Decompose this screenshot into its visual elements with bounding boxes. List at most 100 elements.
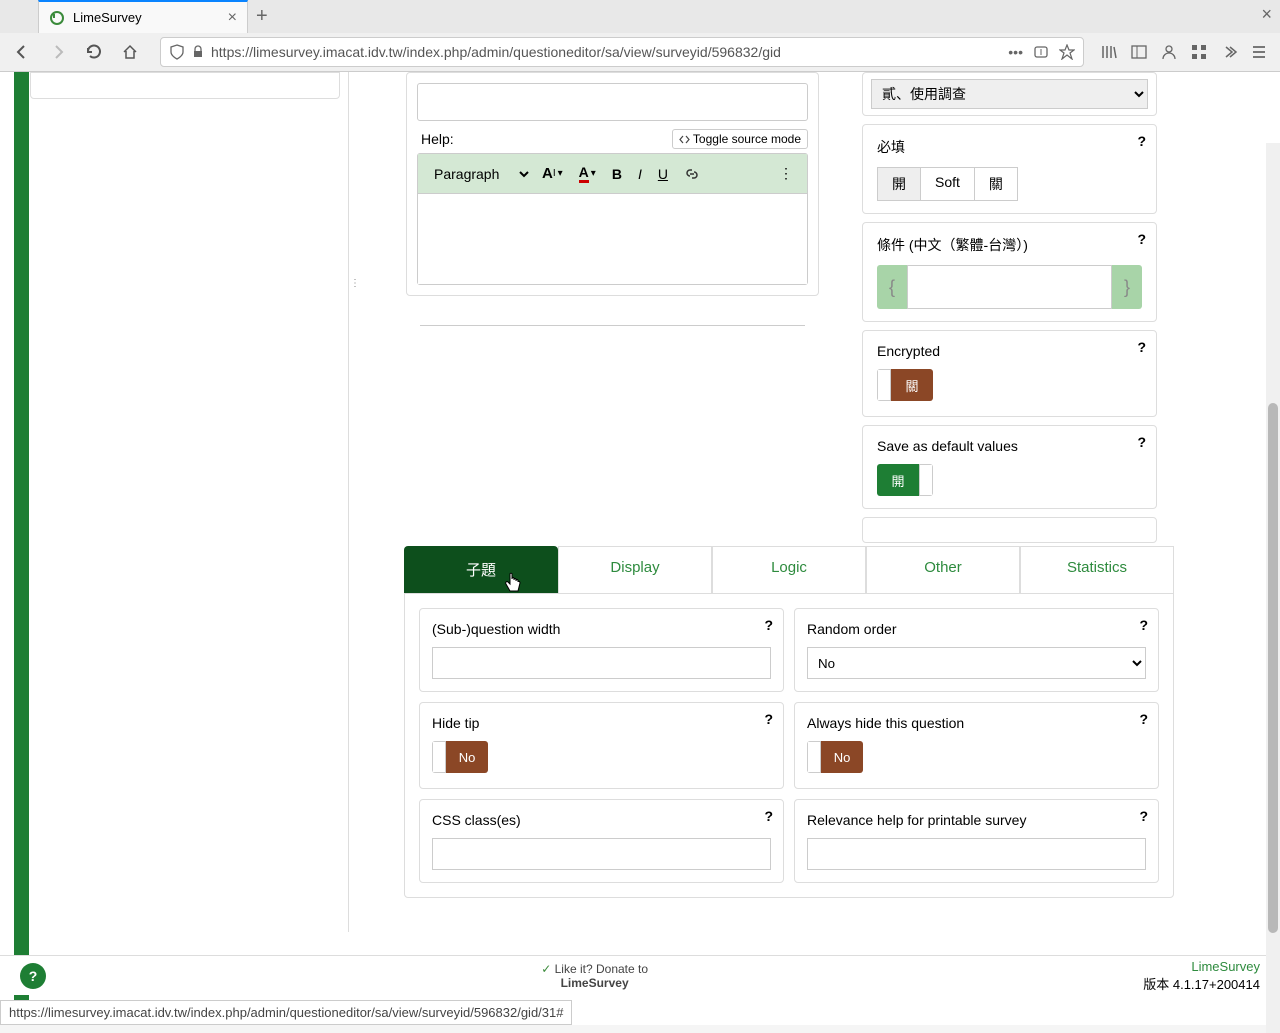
- relevance-help-card: ? Relevance help for printable survey: [794, 799, 1159, 883]
- scrollbar-thumb[interactable]: [1268, 403, 1278, 933]
- tab-title: LimeSurvey: [73, 10, 228, 25]
- condition-label: 條件 (中文（繁體-台灣）): [877, 235, 1142, 255]
- random-order-select[interactable]: No: [807, 647, 1146, 679]
- link-button[interactable]: [678, 162, 706, 186]
- settings-column: 貳、使用調查 ? 必填 開 Soft 關 ? 條件 (中文（繁體-台灣）) { …: [862, 72, 1157, 551]
- help-icon[interactable]: ?: [1137, 434, 1146, 450]
- help-editor: Paragraph AI▾ A▾ B I U ⋮: [417, 153, 808, 285]
- encrypted-setting: ? Encrypted 關: [862, 330, 1157, 417]
- sidebar-icon[interactable]: [1130, 43, 1148, 61]
- new-tab-button[interactable]: +: [256, 5, 268, 28]
- overflow-icon[interactable]: [1220, 43, 1238, 61]
- help-icon[interactable]: ?: [764, 711, 773, 727]
- underline-button[interactable]: U: [652, 162, 674, 186]
- font-size-button[interactable]: AI▾: [536, 161, 569, 186]
- hide-tip-card: ? Hide tip No: [419, 702, 784, 789]
- always-hide-toggle[interactable]: No: [807, 741, 863, 773]
- brace-right-icon: }: [1112, 265, 1142, 309]
- required-soft-button[interactable]: Soft: [921, 167, 975, 201]
- relevance-help-input[interactable]: [807, 838, 1146, 870]
- help-label: Help:: [417, 131, 454, 147]
- footer-help-button[interactable]: ?: [20, 963, 46, 989]
- help-icon[interactable]: ?: [764, 808, 773, 824]
- toggle-source-button[interactable]: Toggle source mode: [672, 129, 808, 149]
- vertical-scrollbar[interactable]: [1266, 143, 1280, 1033]
- save-default-setting: ? Save as default values 開: [862, 425, 1157, 509]
- home-button[interactable]: [116, 38, 144, 66]
- browser-chrome: LimeSurvey × + × https://limesurvey.imac…: [0, 0, 1280, 72]
- help-icon[interactable]: ?: [1139, 808, 1148, 824]
- save-default-toggle[interactable]: 開: [877, 464, 933, 496]
- subquestion-width-input[interactable]: [432, 647, 771, 679]
- help-icon[interactable]: ?: [1139, 617, 1148, 633]
- tab-statistics[interactable]: Statistics: [1020, 546, 1174, 593]
- help-icon[interactable]: ?: [764, 617, 773, 633]
- donate-link[interactable]: ✓ Like it? Donate to LimeSurvey: [541, 962, 648, 990]
- italic-button[interactable]: I: [632, 162, 648, 186]
- options-tabs-section: 子題 Display Logic Other Statistics ? (Sub…: [404, 546, 1174, 898]
- ellipsis-icon[interactable]: •••: [1008, 44, 1023, 60]
- help-icon[interactable]: ?: [1137, 231, 1146, 247]
- condition-input[interactable]: [907, 265, 1112, 309]
- forward-button[interactable]: [44, 38, 72, 66]
- help-icon[interactable]: ?: [1137, 133, 1146, 149]
- bold-button[interactable]: B: [606, 162, 628, 186]
- url-text: https://limesurvey.imacat.idv.tw/index.p…: [211, 44, 1002, 60]
- limesurvey-link[interactable]: LimeSurvey: [1143, 959, 1260, 974]
- tab-display[interactable]: Display: [558, 546, 712, 593]
- window-close-icon[interactable]: ×: [1261, 4, 1272, 25]
- library-icon[interactable]: [1100, 43, 1118, 61]
- always-hide-card: ? Always hide this question No: [794, 702, 1159, 789]
- menu-icon[interactable]: [1250, 43, 1268, 61]
- tab-logic[interactable]: Logic: [712, 546, 866, 593]
- back-button[interactable]: [8, 38, 36, 66]
- help-editor-content[interactable]: [418, 194, 807, 284]
- editor-toolbar: Paragraph AI▾ A▾ B I U ⋮: [418, 154, 807, 194]
- random-order-card: ? Random order No: [794, 608, 1159, 692]
- drag-handle-icon[interactable]: ⋮: [350, 278, 360, 289]
- nav-bar: https://limesurvey.imacat.idv.tw/index.p…: [0, 33, 1280, 71]
- tab-subquestions[interactable]: 子題: [404, 546, 558, 593]
- horizontal-divider: [420, 325, 805, 326]
- question-text-editor[interactable]: [417, 83, 808, 121]
- reload-button[interactable]: [80, 38, 108, 66]
- code-icon: [679, 134, 690, 145]
- status-bar: https://limesurvey.imacat.idv.tw/index.p…: [0, 1000, 572, 1025]
- question-group-select[interactable]: 貳、使用調查: [871, 79, 1148, 109]
- question-editor-card: Help: Toggle source mode Paragraph AI▾ A…: [406, 72, 819, 296]
- css-classes-input[interactable]: [432, 838, 771, 870]
- condition-setting: ? 條件 (中文（繁體-台灣）) { }: [862, 222, 1157, 322]
- encrypted-label: Encrypted: [877, 343, 1142, 359]
- url-bar[interactable]: https://limesurvey.imacat.idv.tw/index.p…: [160, 37, 1084, 67]
- subquestion-width-card: ? (Sub-)question width: [419, 608, 784, 692]
- required-on-button[interactable]: 開: [877, 167, 921, 201]
- account-icon[interactable]: [1160, 43, 1178, 61]
- save-default-label: Save as default values: [877, 438, 1142, 454]
- footer: ? ✓ Like it? Donate to LimeSurvey LimeSu…: [0, 955, 1280, 995]
- font-color-button[interactable]: A▾: [573, 160, 602, 187]
- shield-icon[interactable]: [169, 44, 185, 60]
- brace-left-icon: {: [877, 265, 907, 309]
- lock-icon[interactable]: [191, 45, 205, 59]
- hide-tip-toggle[interactable]: No: [432, 741, 488, 773]
- page-content: ⋮ Help: Toggle source mode Paragraph AI▾…: [0, 72, 1280, 1025]
- more-button[interactable]: ⋮: [773, 161, 799, 186]
- help-icon[interactable]: ?: [1137, 339, 1146, 355]
- required-label: 必填: [877, 137, 1142, 157]
- reader-icon[interactable]: [1033, 44, 1049, 60]
- tab-content: ? (Sub-)question width ? Random order No…: [404, 593, 1174, 898]
- limesurvey-favicon: [49, 10, 65, 26]
- tabs-row: 子題 Display Logic Other Statistics: [404, 546, 1174, 593]
- browser-tab[interactable]: LimeSurvey ×: [38, 0, 248, 33]
- vertical-divider: [348, 72, 349, 932]
- help-icon[interactable]: ?: [1139, 711, 1148, 727]
- tab-close-icon[interactable]: ×: [228, 9, 237, 27]
- left-sidebar-indicator: [14, 72, 29, 1025]
- empty-card: [862, 517, 1157, 543]
- required-off-button[interactable]: 關: [975, 167, 1018, 201]
- bookmark-icon[interactable]: [1059, 44, 1075, 60]
- tab-other[interactable]: Other: [866, 546, 1020, 593]
- extensions-icon[interactable]: [1190, 43, 1208, 61]
- encrypted-toggle[interactable]: 關: [877, 369, 933, 401]
- paragraph-select[interactable]: Paragraph: [426, 161, 532, 187]
